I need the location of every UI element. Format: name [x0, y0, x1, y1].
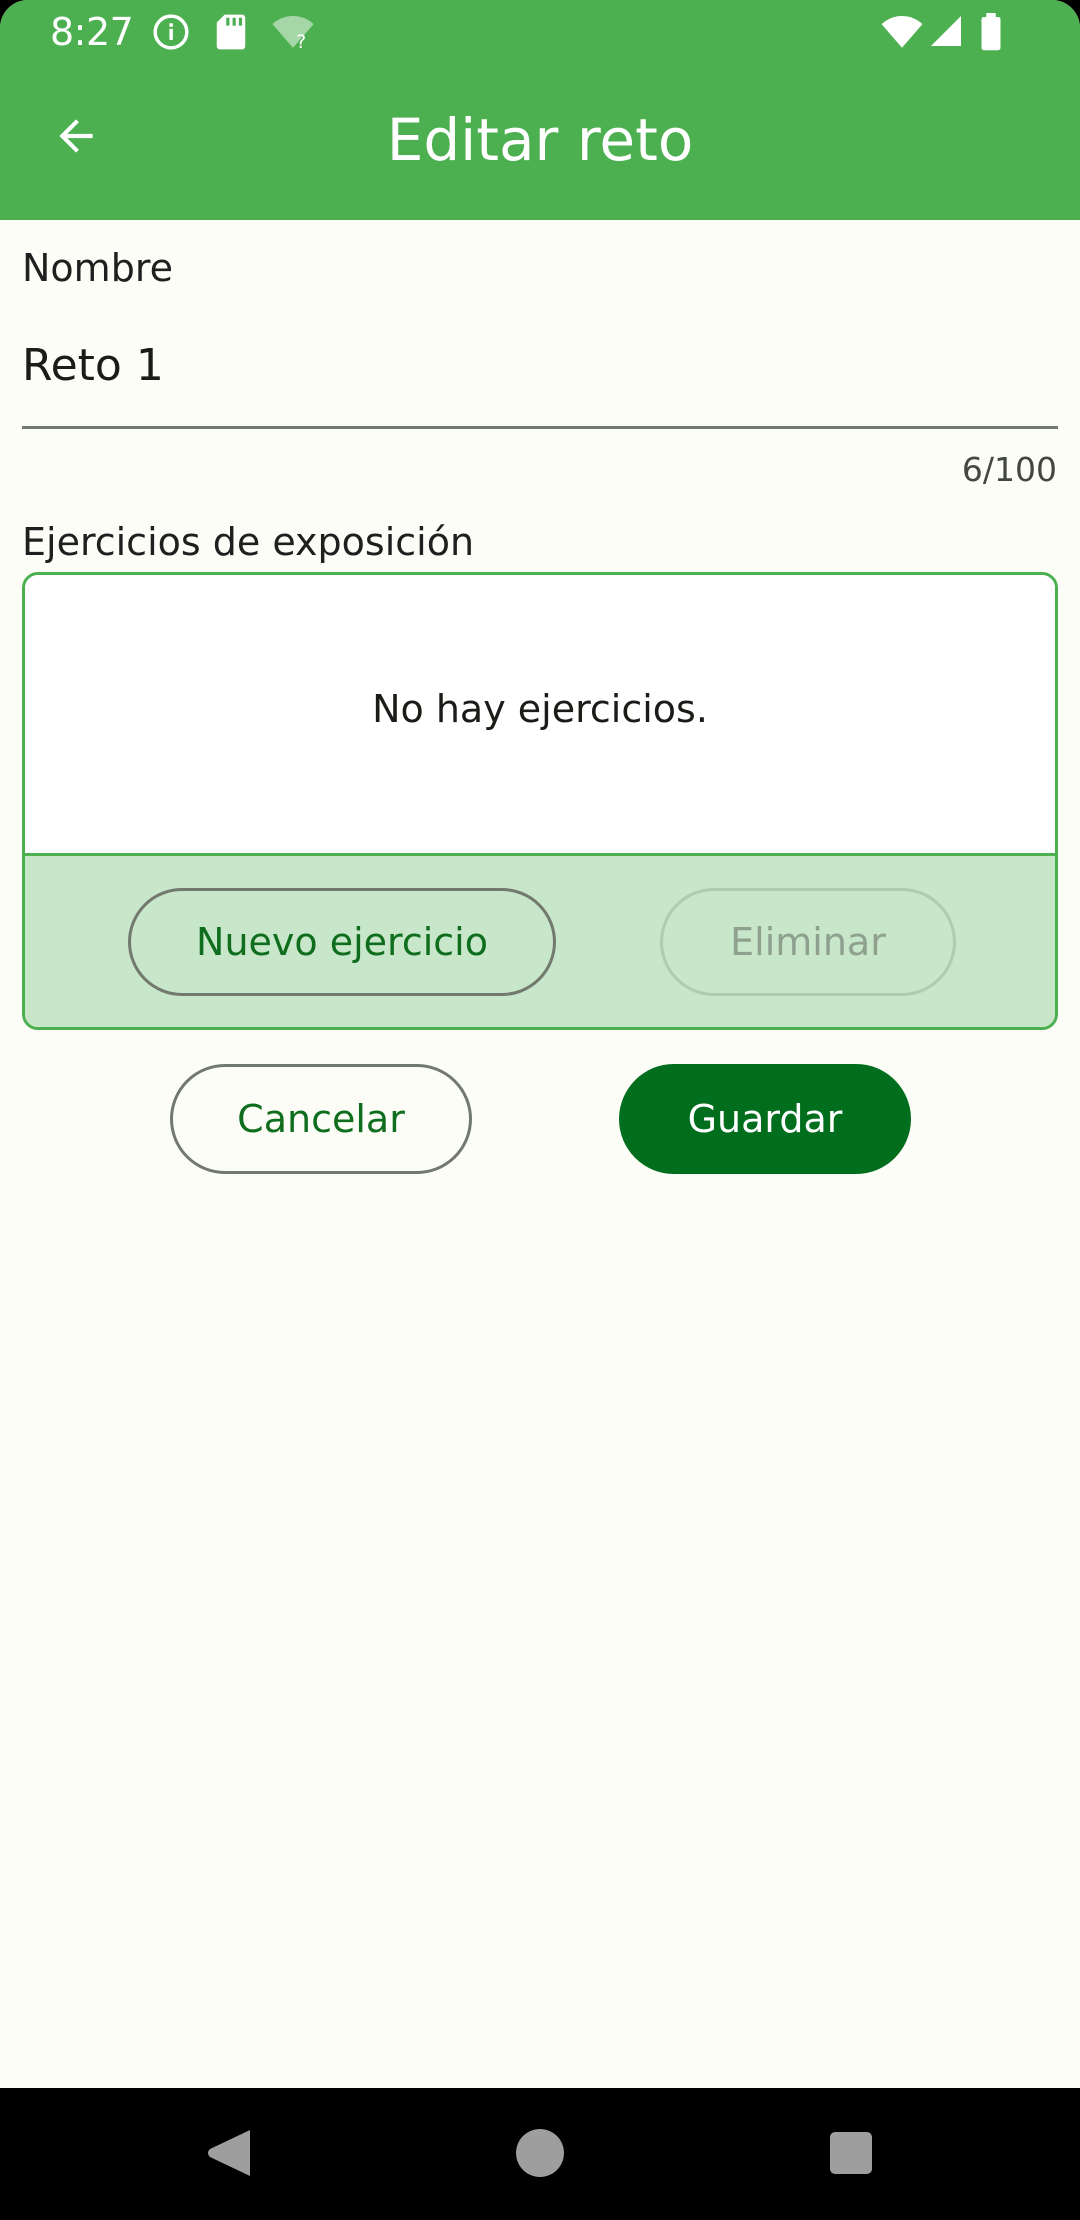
empty-exercises-message: No hay ejercicios.: [372, 687, 708, 731]
name-label: Nombre: [22, 246, 173, 290]
exercises-label: Ejercicios de exposición: [22, 520, 475, 564]
name-field[interactable]: [22, 320, 1058, 430]
screen: 8:27 ? Editar reto Nombre Reto 1 6/100 E…: [0, 0, 1080, 2088]
signal-icon: [928, 13, 964, 53]
wifi-icon: [880, 13, 924, 55]
back-triangle-icon[interactable]: [206, 2128, 252, 2182]
system-nav-bar: [0, 2088, 1080, 2220]
exercises-actions: Nuevo ejercicio Eliminar: [25, 853, 1055, 1027]
save-button[interactable]: Guardar: [619, 1064, 911, 1174]
page-title: Editar reto: [386, 106, 694, 174]
status-time: 8:27: [50, 10, 134, 54]
app-bar: Editar reto: [0, 66, 1080, 220]
new-exercise-button[interactable]: Nuevo ejercicio: [128, 888, 556, 996]
name-field-underline: [22, 426, 1058, 429]
battery-icon: [978, 13, 1004, 55]
exercises-list: No hay ejercicios.: [25, 575, 1055, 853]
svg-text:?: ?: [296, 31, 306, 51]
name-char-counter: 6/100: [961, 450, 1057, 489]
cancel-button[interactable]: Cancelar: [170, 1064, 472, 1174]
info-icon: [152, 13, 190, 55]
sd-card-icon: [214, 13, 248, 55]
status-bar: 8:27 ?: [0, 0, 1080, 66]
exercises-panel: No hay ejercicios. Nuevo ejercicio Elimi…: [22, 572, 1058, 1030]
recents-square-icon[interactable]: [829, 2131, 873, 2179]
home-circle-icon[interactable]: [515, 2128, 565, 2182]
name-input[interactable]: Reto 1: [22, 340, 164, 391]
delete-exercise-button[interactable]: Eliminar: [660, 888, 956, 996]
wifi-question-icon: ?: [270, 13, 316, 55]
